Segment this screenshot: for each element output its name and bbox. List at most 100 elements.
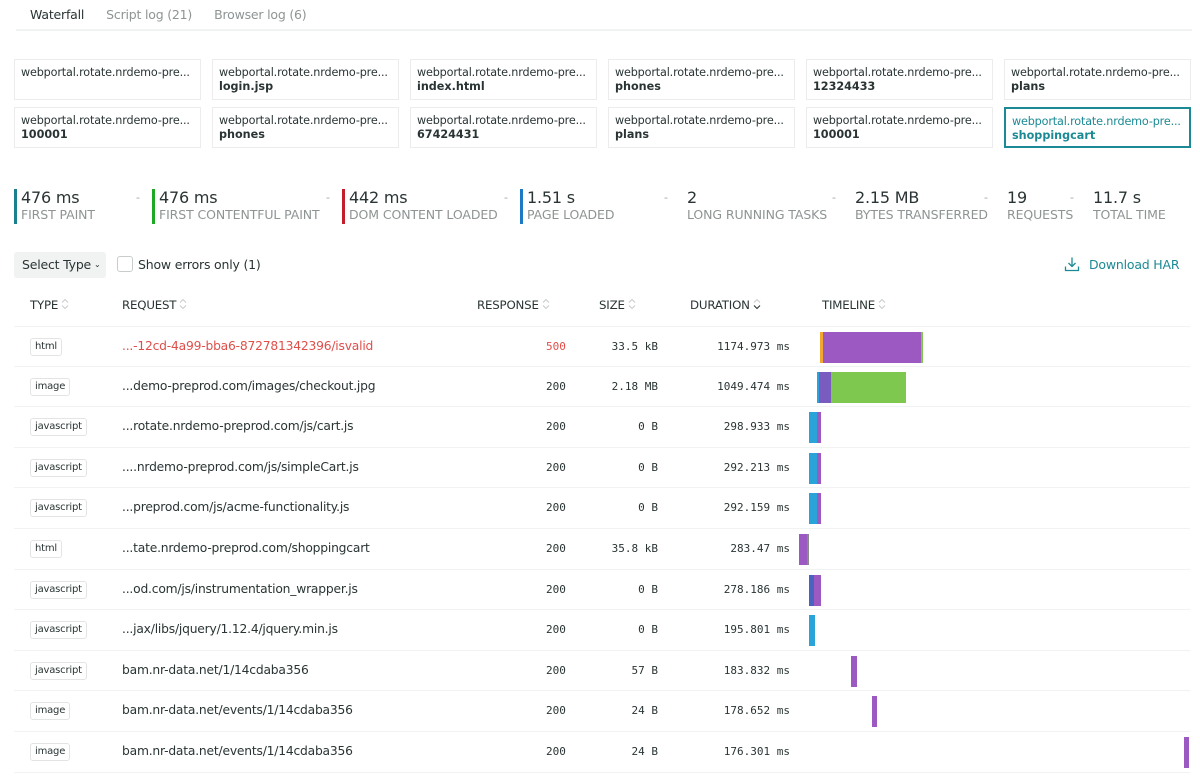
page-step-host: webportal.rotate.nrdemo-pre... <box>615 114 784 127</box>
timeline-segment <box>809 574 814 606</box>
page-step-path: phones <box>615 80 661 93</box>
request-url[interactable]: ...preprod.com/js/acme-functionality.js <box>122 500 349 514</box>
table-row[interactable]: javascript ...jax/libs/jquery/1.12.4/jqu… <box>14 610 1190 651</box>
column-size-label: SIZE <box>599 298 625 312</box>
response-code: 200 <box>546 420 566 434</box>
column-header-request[interactable]: REQUEST <box>122 298 187 312</box>
request-url[interactable]: ...-12cd-4a99-bba6-872781342396/isvalid <box>122 339 373 353</box>
table-row[interactable]: image bam.nr-data.net/events/1/14cdaba35… <box>14 732 1190 773</box>
show-errors-checkbox[interactable] <box>117 256 133 272</box>
table-row[interactable]: image ...demo-preprod.com/images/checkou… <box>14 367 1190 408</box>
metric-label: LONG RUNNING TASKS <box>687 207 828 222</box>
duration-value: 278.186 ms <box>723 582 790 596</box>
page-step-card[interactable]: webportal.rotate.nrdemo-pre... 12324433 <box>806 59 993 100</box>
response-code: 200 <box>546 541 566 555</box>
page-step-card[interactable]: webportal.rotate.nrdemo-pre... shoppingc… <box>1004 107 1191 148</box>
page-step-host: webportal.rotate.nrdemo-pre... <box>615 66 784 79</box>
table-header: TYPE REQUEST RESPONSE SIZE DURATION TIME… <box>14 287 1190 325</box>
page-step-card[interactable]: webportal.rotate.nrdemo-pre... plans <box>608 107 795 148</box>
table-row[interactable]: javascript ...od.com/js/instrumentation_… <box>14 570 1190 611</box>
request-url[interactable]: ...jax/libs/jquery/1.12.4/jquery.min.js <box>122 622 338 636</box>
page-step-card[interactable]: webportal.rotate.nrdemo-pre... login.jsp <box>212 59 399 100</box>
select-type-label: Select Type <box>22 257 92 272</box>
download-har-label: Download HAR <box>1089 256 1180 272</box>
request-url[interactable]: bam.nr-data.net/events/1/14cdaba356 <box>122 744 353 758</box>
metric-label: FIRST PAINT <box>21 207 95 222</box>
metric-item: 442 ms DOM CONTENT LOADED - <box>342 188 520 225</box>
size-value: 0 B <box>638 460 658 474</box>
page-step-card[interactable]: webportal.rotate.nrdemo-pre... 100001 <box>14 107 201 148</box>
page-step-host: webportal.rotate.nrdemo-pre... <box>21 114 190 127</box>
request-url[interactable]: ....nrdemo-preprod.com/js/simpleCart.js <box>122 460 359 474</box>
page-step-card[interactable]: webportal.rotate.nrdemo-pre... 67424431 <box>410 107 597 148</box>
select-type-dropdown[interactable]: Select Type ⌄ <box>14 252 106 278</box>
timeline-segment <box>921 332 923 363</box>
page-step-path: shoppingcart <box>1012 129 1096 142</box>
request-url[interactable]: ...tate.nrdemo-preprod.com/shoppingcart <box>122 541 370 555</box>
metric-item: 1.51 s PAGE LOADED - <box>520 188 680 225</box>
metric-item: 476 ms FIRST CONTENTFUL PAINT - <box>152 188 342 225</box>
table-row[interactable]: javascript ...rotate.nrdemo-preprod.com/… <box>14 407 1190 448</box>
duration-value: 292.213 ms <box>723 460 790 474</box>
metrics-summary: 476 ms FIRST PAINT - 476 ms FIRST CONTEN… <box>14 188 1186 226</box>
tab-script-log[interactable]: Script log (21) <box>92 0 200 29</box>
page-step-card[interactable]: webportal.rotate.nrdemo-pre... 100001 <box>806 107 993 148</box>
timeline-segment <box>816 452 821 484</box>
response-code: 200 <box>546 704 566 718</box>
timeline-segment <box>816 493 821 525</box>
view-tabs: Waterfall Script log (21) Browser log (6… <box>16 0 1192 31</box>
type-badge: javascript <box>30 499 87 518</box>
metric-item: 2 LONG RUNNING TASKS - <box>680 188 848 225</box>
page-step-path: index.html <box>417 80 485 93</box>
page-step-host: webportal.rotate.nrdemo-pre... <box>1011 66 1180 79</box>
page-step-card[interactable]: webportal.rotate.nrdemo-pre... phones <box>608 59 795 100</box>
request-url[interactable]: ...rotate.nrdemo-preprod.com/js/cart.js <box>122 419 354 433</box>
tab-waterfall[interactable]: Waterfall <box>16 0 92 29</box>
download-har-button[interactable]: Download HAR <box>1064 256 1180 272</box>
table-row[interactable]: javascript ....nrdemo-preprod.com/js/sim… <box>14 448 1190 489</box>
column-header-duration[interactable]: DURATION <box>690 298 761 312</box>
metric-value: 476 ms <box>21 188 80 207</box>
response-code: 500 <box>546 340 566 353</box>
duration-value: 1049.474 ms <box>717 379 790 393</box>
size-value: 33.5 kB <box>611 340 658 353</box>
request-url[interactable]: bam.nr-data.net/events/1/14cdaba356 <box>122 703 353 717</box>
table-row[interactable]: html ...tate.nrdemo-preprod.com/shopping… <box>14 529 1190 570</box>
metric-value: 476 ms <box>159 188 218 207</box>
timeline-segment <box>818 371 831 403</box>
column-header-type[interactable]: TYPE <box>30 298 69 312</box>
page-step-card[interactable]: webportal.rotate.nrdemo-pre... index.htm… <box>410 59 597 100</box>
metric-value: 2 <box>687 188 697 207</box>
column-response-label: RESPONSE <box>477 298 539 312</box>
type-badge: image <box>30 702 71 721</box>
metric-item: 476 ms FIRST PAINT - <box>14 188 152 225</box>
tab-browser-log[interactable]: Browser log (6) <box>200 0 314 29</box>
request-url[interactable]: bam.nr-data.net/1/14cdaba356 <box>122 663 309 677</box>
duration-value: 183.832 ms <box>723 663 790 677</box>
table-row[interactable]: javascript bam.nr-data.net/1/14cdaba356 … <box>14 651 1190 692</box>
metric-separator: - <box>1070 191 1074 204</box>
metric-label: FIRST CONTENTFUL PAINT <box>159 207 320 222</box>
table-row[interactable]: html ...-12cd-4a99-bba6-872781342396/isv… <box>14 326 1190 367</box>
timeline-segment <box>823 332 921 363</box>
table-row[interactable]: image bam.nr-data.net/events/1/14cdaba35… <box>14 691 1190 732</box>
duration-value: 292.159 ms <box>723 501 790 515</box>
column-header-timeline[interactable]: TIMELINE <box>822 298 886 312</box>
page-step-card[interactable]: webportal.rotate.nrdemo-pre... <box>14 59 201 100</box>
show-errors-toggle[interactable]: Show errors only (1) <box>117 256 261 272</box>
response-code: 200 <box>546 582 566 596</box>
column-request-label: REQUEST <box>122 298 177 312</box>
page-step-path: phones <box>219 128 265 141</box>
page-step-path: 100001 <box>21 128 68 141</box>
duration-value: 195.801 ms <box>723 623 790 637</box>
size-value: 0 B <box>638 420 658 434</box>
column-header-response[interactable]: RESPONSE <box>477 298 550 312</box>
request-url[interactable]: ...od.com/js/instrumentation_wrapper.js <box>122 582 358 596</box>
page-step-card[interactable]: webportal.rotate.nrdemo-pre... plans <box>1004 59 1191 100</box>
page-step-card[interactable]: webportal.rotate.nrdemo-pre... phones <box>212 107 399 148</box>
column-header-size[interactable]: SIZE <box>599 298 636 312</box>
table-row[interactable]: javascript ...preprod.com/js/acme-functi… <box>14 488 1190 529</box>
request-url[interactable]: ...demo-preprod.com/images/checkout.jpg <box>122 379 376 393</box>
timeline-segment <box>809 412 817 444</box>
metric-color-marker <box>520 189 523 224</box>
